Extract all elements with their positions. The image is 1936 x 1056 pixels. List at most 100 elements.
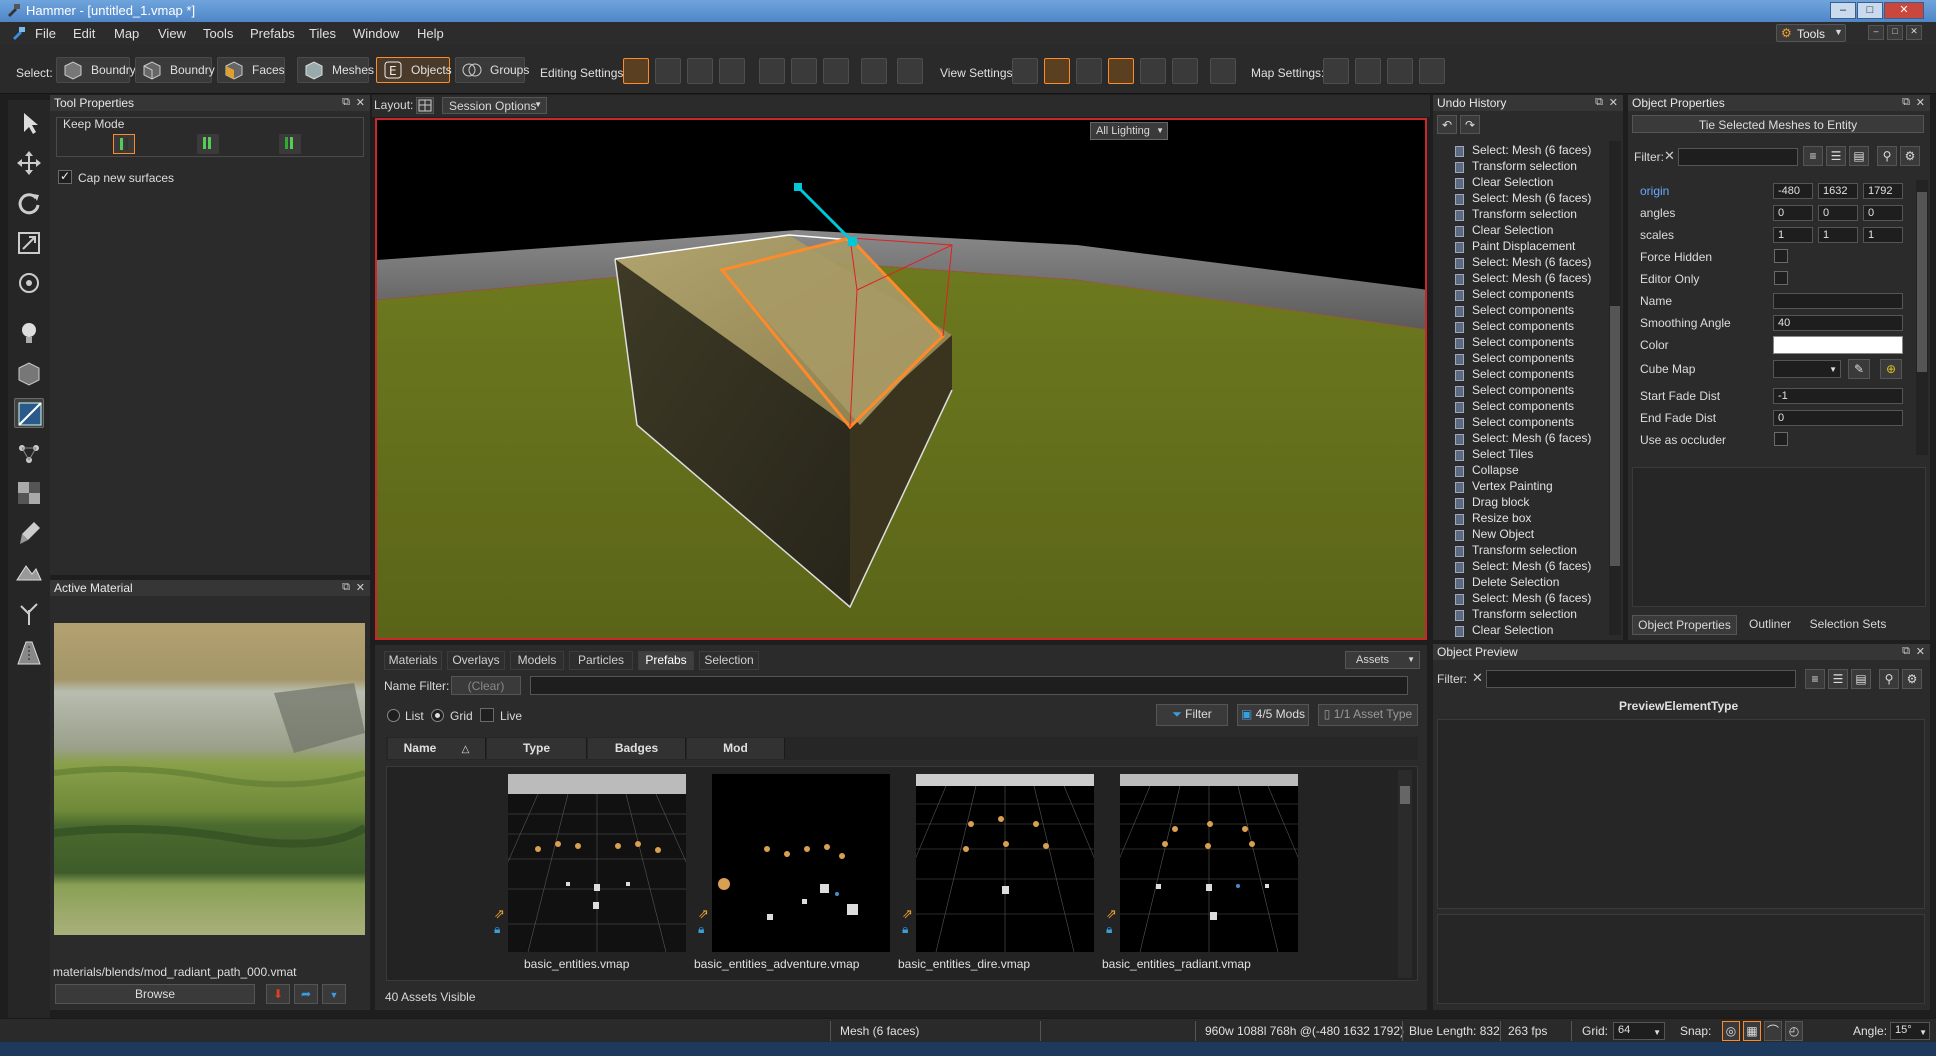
filter-button[interactable]: ⏷ Filter: [1156, 704, 1228, 726]
map-bridge-icon[interactable]: [1323, 58, 1349, 84]
map-grid-plus-icon[interactable]: [1419, 58, 1445, 84]
smoothing-angle-field[interactable]: 40: [1773, 315, 1903, 331]
scales-x-field[interactable]: 1: [1773, 227, 1813, 243]
asset-label[interactable]: basic_entities_radiant.vmap: [1102, 957, 1251, 971]
pick-material-icon[interactable]: ⬇: [266, 984, 290, 1004]
origin-x-field[interactable]: -480: [1773, 183, 1813, 199]
assets-dropdown[interactable]: Assets ▼: [1345, 651, 1420, 669]
angles-yaw-field[interactable]: 0: [1818, 205, 1858, 221]
monitor-icon[interactable]: [1210, 58, 1236, 84]
minimize-button[interactable]: –: [1830, 2, 1856, 19]
asset-thumbnail-basic-entities-adventure[interactable]: [712, 774, 890, 952]
undo-history-item[interactable]: Select Tiles: [1472, 447, 1533, 461]
undo-history-item[interactable]: New Object: [1472, 527, 1534, 541]
mods-button[interactable]: ▣ 4/5 Mods: [1237, 704, 1309, 726]
maximize-button[interactable]: □: [1857, 2, 1883, 19]
close-panel-icon[interactable]: ✕: [1916, 96, 1925, 109]
show-hidden-icon[interactable]: [759, 58, 785, 84]
panel-close-button[interactable]: ✕: [1906, 25, 1922, 40]
tab-object-properties[interactable]: Object Properties: [1632, 615, 1737, 635]
angles-pitch-field[interactable]: 0: [1773, 205, 1813, 221]
undo-history-item[interactable]: Vertex Painting: [1472, 479, 1553, 493]
angle-snap-dropdown[interactable]: 15° ▼: [1890, 1022, 1930, 1040]
rotate-tool-icon[interactable]: [14, 188, 44, 218]
clipping-tool-icon[interactable]: [14, 398, 44, 428]
select-boundry-2-button[interactable]: Boundry: [135, 57, 215, 83]
tree-view-icon[interactable]: ☰: [1826, 146, 1846, 166]
tree-view-icon[interactable]: ☰: [1828, 669, 1848, 689]
close-panel-icon[interactable]: ✕: [1916, 645, 1925, 658]
hide-unselected-icon[interactable]: [823, 58, 849, 84]
undo-history-item[interactable]: Select components: [1472, 335, 1574, 349]
snap-angle-icon[interactable]: ◴: [1785, 1021, 1803, 1041]
column-name[interactable]: Name △: [388, 738, 486, 759]
tile-tool-icon[interactable]: [14, 478, 44, 508]
3d-viewport[interactable]: All Lighting ▼: [375, 118, 1427, 640]
tab-prefabs[interactable]: Prefabs: [638, 651, 694, 670]
paint-tool-icon[interactable]: [14, 518, 44, 548]
tab-selection[interactable]: Selection: [699, 651, 759, 670]
undo-history-item[interactable]: Transform selection: [1472, 607, 1577, 621]
entity-picker-icon[interactable]: ⊕: [1880, 359, 1902, 379]
grid-size-dropdown[interactable]: 64 ▼: [1613, 1022, 1665, 1040]
origin-y-field[interactable]: 1632: [1818, 183, 1858, 199]
select-faces-button[interactable]: Faces: [217, 57, 285, 83]
angles-roll-field[interactable]: 0: [1863, 205, 1903, 221]
menu-tools[interactable]: Tools: [203, 26, 233, 41]
undo-history-item[interactable]: Clear Selection: [1472, 223, 1553, 237]
force-hidden-checkbox[interactable]: [1774, 249, 1788, 263]
pivot-tool-icon[interactable]: [14, 268, 44, 298]
list-view-icon[interactable]: ≡: [1805, 669, 1825, 689]
lighting-preview-icon[interactable]: [1012, 58, 1038, 84]
select-boundry-button[interactable]: Boundry: [56, 57, 136, 83]
end-fade-field[interactable]: 0: [1773, 410, 1903, 426]
undo-history-item[interactable]: Select: Mesh (6 faces): [1472, 255, 1591, 269]
props-filter-input[interactable]: [1678, 148, 1798, 166]
filter-options-icon[interactable]: ⚲: [1877, 146, 1897, 166]
undo-history-item[interactable]: Collapse: [1472, 463, 1519, 477]
undo-history-item[interactable]: Transform selection: [1472, 543, 1577, 557]
list-view-icon[interactable]: ≡: [1803, 146, 1823, 166]
menu-view[interactable]: View: [158, 26, 186, 41]
name-field[interactable]: [1773, 293, 1903, 309]
clear-filter-icon[interactable]: ✕: [1472, 670, 1483, 686]
panel-restore-button[interactable]: □: [1887, 25, 1903, 40]
undo-history-item[interactable]: Select components: [1472, 399, 1574, 413]
cap-new-surfaces-checkbox[interactable]: ✓: [58, 169, 72, 184]
browse-button[interactable]: Browse: [55, 984, 255, 1004]
close-panel-icon[interactable]: ✕: [1609, 96, 1618, 109]
undo-history-item[interactable]: Select components: [1472, 287, 1574, 301]
menu-tiles[interactable]: Tiles: [309, 26, 336, 41]
preview-filter-input[interactable]: [1486, 670, 1796, 688]
layout-grid-icon[interactable]: [416, 97, 434, 114]
undo-history-item[interactable]: Select: Mesh (6 faces): [1472, 431, 1591, 445]
lighting-dropdown[interactable]: All Lighting ▼: [1090, 122, 1168, 140]
undo-history-item[interactable]: Select: Mesh (6 faces): [1472, 271, 1591, 285]
panel-minimize-button[interactable]: –: [1868, 25, 1884, 40]
cube-map-dropdown[interactable]: ▼: [1773, 360, 1841, 378]
color-swatch[interactable]: [1773, 336, 1903, 354]
undo-history-item[interactable]: Drag block: [1472, 495, 1529, 509]
undo-history-item[interactable]: Resize box: [1472, 511, 1531, 525]
undo-history-item[interactable]: Transform selection: [1472, 207, 1577, 221]
undo-history-item[interactable]: Clear Selection: [1472, 623, 1553, 637]
map-brush-icon[interactable]: [1387, 58, 1413, 84]
detail-view-icon[interactable]: ▤: [1849, 146, 1869, 166]
column-type[interactable]: Type: [487, 738, 587, 759]
menu-map[interactable]: Map: [114, 26, 139, 41]
walk-mode-icon[interactable]: [1140, 58, 1166, 84]
undo-history-item[interactable]: Select: Mesh (6 faces): [1472, 559, 1591, 573]
scales-z-field[interactable]: 1: [1863, 227, 1903, 243]
block-tool-icon[interactable]: [14, 358, 44, 388]
properties-options-icon[interactable]: ⚙: [1900, 146, 1920, 166]
texture-lock-icon[interactable]: [719, 58, 745, 84]
keep-mode-both-button[interactable]: [197, 134, 219, 154]
clear-filter-button[interactable]: (Clear): [451, 676, 521, 695]
menu-prefabs[interactable]: Prefabs: [250, 26, 295, 41]
snap-grid-icon[interactable]: [687, 58, 713, 84]
close-window-button[interactable]: ✕: [1884, 2, 1924, 19]
menu-edit[interactable]: Edit: [73, 26, 95, 41]
clear-filter-icon[interactable]: ✕: [1664, 148, 1675, 164]
asset-type-button[interactable]: ▯ 1/1 Asset Type: [1318, 704, 1418, 726]
local-axes-icon[interactable]: [655, 58, 681, 84]
